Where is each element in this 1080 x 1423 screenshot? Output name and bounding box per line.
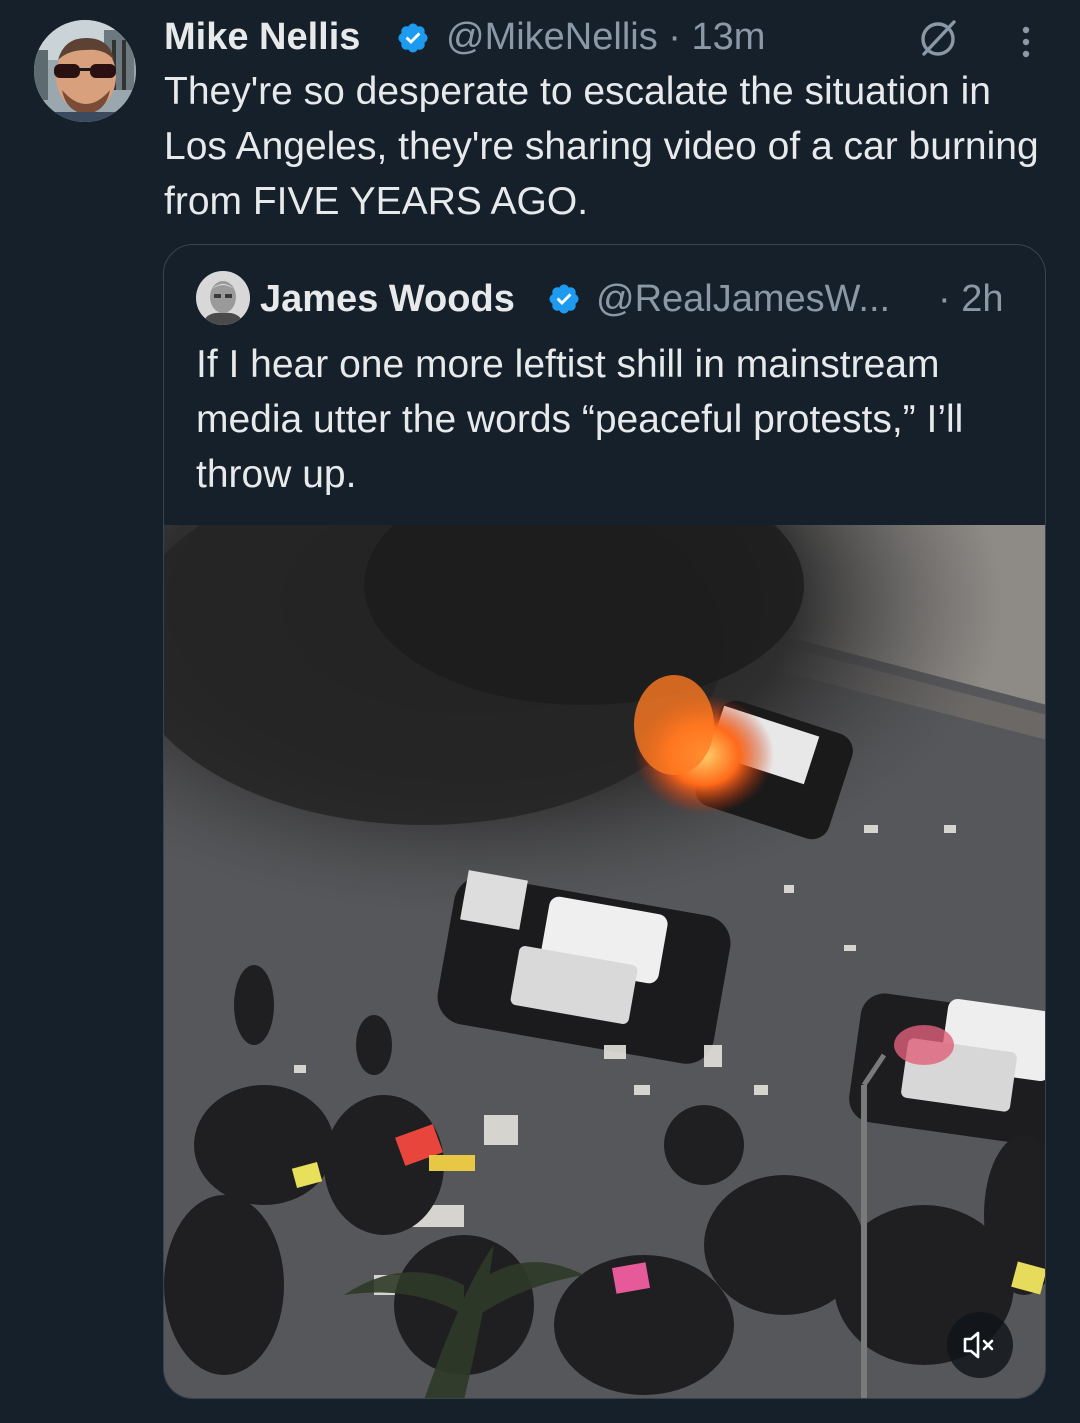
verified-badge-icon bbox=[549, 284, 579, 314]
grok-icon[interactable] bbox=[916, 16, 960, 60]
quoted-tweet-card[interactable]: James Woods @RealJamesW... · 2h If I hea… bbox=[163, 244, 1046, 1399]
quoted-author-name[interactable]: James Woods bbox=[260, 275, 515, 323]
quoted-tweet-time[interactable]: · 2h bbox=[938, 275, 1003, 323]
more-options-icon[interactable] bbox=[1014, 22, 1038, 62]
tweet-text: They're so desperate to escalate the sit… bbox=[164, 70, 1039, 223]
quoted-author-avatar[interactable] bbox=[196, 271, 250, 325]
author-handle-and-time[interactable]: @MikeNellis · 13m bbox=[446, 14, 765, 60]
quoted-tweet-video[interactable] bbox=[164, 525, 1045, 1398]
mute-button[interactable] bbox=[947, 1312, 1013, 1378]
author-avatar-image bbox=[34, 20, 136, 122]
verified-badge-icon bbox=[398, 23, 428, 53]
video-frame-image bbox=[164, 525, 1045, 1398]
quoted-author-avatar-image bbox=[196, 271, 250, 325]
quoted-author-handle[interactable]: @RealJamesW... bbox=[596, 275, 890, 323]
tweet-header: Mike Nellis @MikeNellis · 13m bbox=[164, 14, 1054, 60]
muted-speaker-icon bbox=[963, 1331, 994, 1359]
author-name[interactable]: Mike Nellis bbox=[164, 14, 360, 60]
author-avatar[interactable] bbox=[34, 20, 136, 122]
quoted-tweet-text: If I hear one more leftist shill in main… bbox=[196, 343, 964, 496]
